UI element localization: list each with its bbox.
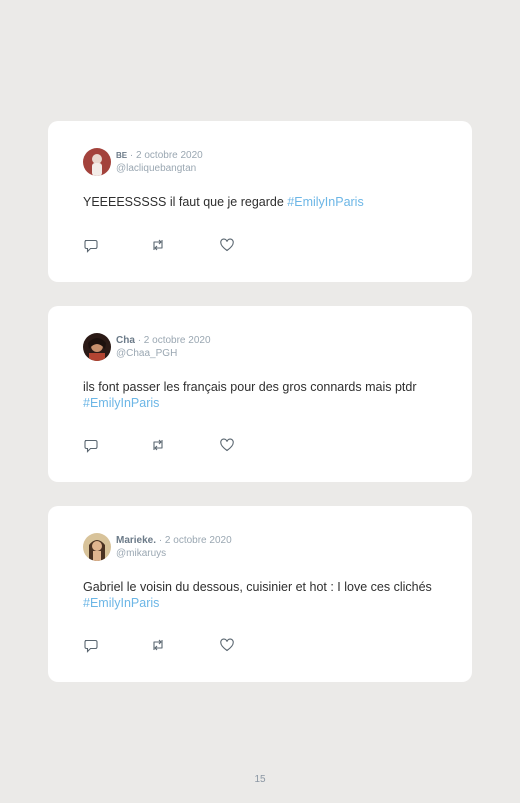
display-name[interactable]: Cha [116, 335, 135, 346]
avatar[interactable] [83, 148, 111, 176]
retweet-icon[interactable] [150, 437, 166, 453]
reply-icon[interactable] [83, 237, 99, 253]
tweet-body: ils font passer les français pour des gr… [83, 380, 417, 394]
tweet-body: YEEEESSSSS il faut que je regarde [83, 195, 288, 209]
tweet-date: · 2 octobre 2020 [137, 335, 211, 346]
tweet-date: · 2 octobre 2020 [158, 535, 232, 546]
heart-icon[interactable] [219, 637, 235, 653]
display-name[interactable]: Marieke. [116, 535, 156, 546]
hashtag-link[interactable]: #EmilyInParis [83, 596, 159, 610]
user-handle[interactable]: @lacliquebangtan [116, 162, 203, 175]
heart-icon[interactable] [219, 437, 235, 453]
retweet-icon[interactable] [150, 637, 166, 653]
tweet-text: ils font passer les français pour des gr… [83, 380, 448, 411]
tweet-card: BE · 2 octobre 2020 @lacliquebangtan YEE… [48, 121, 472, 282]
tweet-meta: Cha · 2 octobre 2020 @Chaa_PGH [116, 334, 211, 360]
reply-icon[interactable] [83, 637, 99, 653]
user-handle[interactable]: @Chaa_PGH [116, 347, 211, 360]
tweet-body: Gabriel le voisin du dessous, cuisinier … [83, 580, 432, 594]
avatar[interactable] [83, 333, 111, 361]
tweet-meta: BE · 2 octobre 2020 @lacliquebangtan [116, 149, 203, 175]
reply-icon[interactable] [83, 437, 99, 453]
tweet-card: Marieke. · 2 octobre 2020 @mikaruys Gabr… [48, 506, 472, 682]
display-name[interactable]: BE [116, 151, 127, 160]
page-number: 15 [254, 774, 266, 785]
retweet-icon[interactable] [150, 237, 166, 253]
hashtag-link[interactable]: #EmilyInParis [287, 195, 363, 209]
tweet-text: Gabriel le voisin du dessous, cuisinier … [83, 580, 448, 611]
avatar[interactable] [83, 533, 111, 561]
tweet-text: YEEEESSSSS il faut que je regarde #Emily… [83, 195, 448, 211]
heart-icon[interactable] [219, 237, 235, 253]
tweet-meta: Marieke. · 2 octobre 2020 @mikaruys [116, 534, 232, 560]
tweet-card: Cha · 2 octobre 2020 @Chaa_PGH ils font … [48, 306, 472, 482]
tweet-date: · 2 octobre 2020 [129, 150, 203, 161]
hashtag-link[interactable]: #EmilyInParis [83, 396, 159, 410]
user-handle[interactable]: @mikaruys [116, 547, 232, 560]
